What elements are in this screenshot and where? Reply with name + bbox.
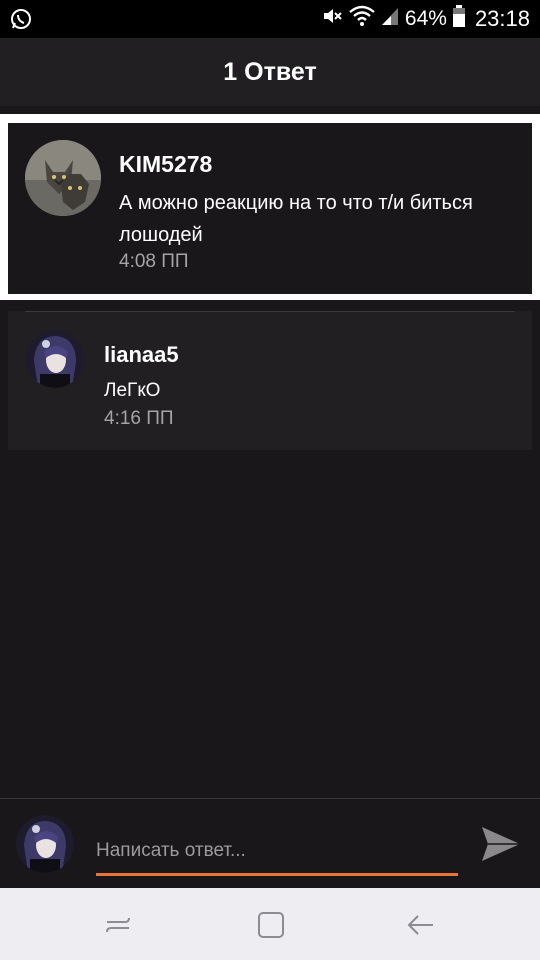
battery-icon bbox=[452, 5, 465, 33]
recent-apps-icon[interactable] bbox=[103, 910, 133, 940]
reply-composer bbox=[0, 798, 540, 889]
status-clock: 23:18 bbox=[474, 6, 530, 31]
anime-avatar[interactable] bbox=[26, 330, 84, 388]
wolf-avatar[interactable] bbox=[25, 140, 101, 216]
whatsapp-icon bbox=[10, 8, 32, 30]
send-icon[interactable] bbox=[478, 821, 524, 867]
signal-icon bbox=[381, 6, 399, 32]
navigation-bar bbox=[0, 888, 540, 960]
reply-time: 4:16 ПП bbox=[104, 408, 174, 429]
back-icon[interactable] bbox=[406, 910, 436, 940]
page-title: 1 Ответ bbox=[223, 57, 317, 86]
original-comment-section: KIM5278 А можно реакцию на то что т/и би… bbox=[0, 114, 540, 300]
reply-username[interactable]: lianaa5 bbox=[104, 342, 179, 368]
wifi-icon bbox=[349, 5, 375, 33]
original-comment[interactable]: KIM5278 А можно реакцию на то что т/и би… bbox=[8, 123, 532, 294]
reply-text: ЛеГкО bbox=[104, 380, 161, 401]
comment-username[interactable]: KIM5278 bbox=[119, 151, 212, 178]
comment-text: А можно реакцию на то что т/и биться лош… bbox=[119, 192, 473, 246]
comment-time: 4:08 ПП bbox=[119, 251, 189, 272]
divider bbox=[25, 311, 515, 312]
header: 1 Ответ bbox=[0, 38, 540, 106]
reply-input[interactable] bbox=[96, 829, 458, 876]
home-icon[interactable] bbox=[256, 910, 286, 940]
mute-icon bbox=[321, 5, 343, 33]
reply-item[interactable]: lianaa5 ЛеГкО 4:16 ПП bbox=[8, 311, 532, 450]
status-bar: 64% 23:18 bbox=[0, 0, 540, 38]
battery-percent: 64% bbox=[404, 7, 447, 30]
user-avatar bbox=[16, 815, 74, 873]
